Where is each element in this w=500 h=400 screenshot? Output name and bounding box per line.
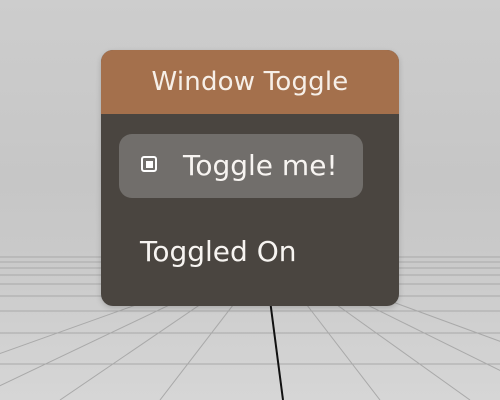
toggle-status-text: Toggled On	[140, 235, 297, 268]
window-titlebar[interactable]: Window Toggle	[101, 50, 399, 114]
window-title: Window Toggle	[151, 67, 349, 97]
checkbox-fill	[145, 160, 153, 168]
checkbox-checked-icon[interactable]	[141, 156, 157, 172]
toggle-button[interactable]: Toggle me!	[119, 134, 363, 198]
toggle-button-label: Toggle me!	[183, 149, 338, 182]
toggle-window: Window Toggle Toggle me! Toggled On	[101, 50, 399, 306]
